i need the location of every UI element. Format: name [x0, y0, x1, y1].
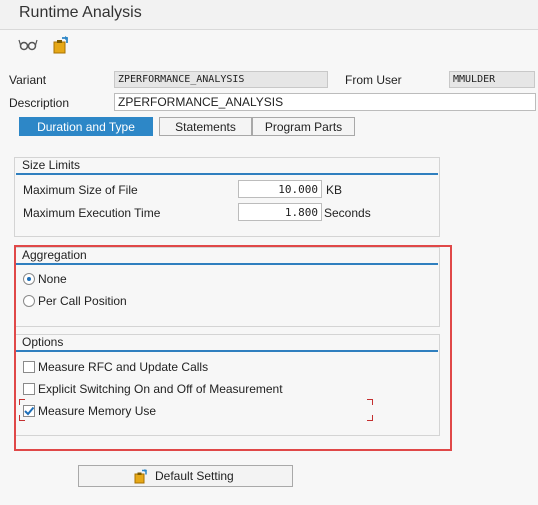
max-file-size-unit: KB	[326, 183, 343, 197]
from-user-field[interactable]: MMULDER	[449, 71, 535, 88]
description-field[interactable]: ZPERFORMANCE_ANALYSIS	[114, 93, 536, 111]
max-file-size-label: Maximum Size of File	[23, 183, 138, 197]
from-user-label: From User	[345, 73, 402, 87]
variant-label: Variant	[9, 73, 47, 87]
clipboard-transport-icon	[133, 468, 149, 484]
tab-program-parts[interactable]: Program Parts	[252, 117, 355, 136]
max-exec-time-unit: Seconds	[324, 206, 371, 220]
clipboard-transport-icon[interactable]	[51, 35, 71, 55]
max-file-size-input[interactable]: 10.000	[238, 180, 322, 198]
max-exec-time-label: Maximum Execution Time	[23, 206, 161, 220]
default-setting-button[interactable]: Default Setting	[78, 465, 293, 487]
description-label: Description	[9, 96, 70, 110]
default-setting-label: Default Setting	[155, 469, 234, 483]
max-exec-time-input[interactable]: 1.800	[238, 203, 322, 221]
tab-duration-and-type[interactable]: Duration and Type	[19, 117, 153, 136]
variant-field[interactable]: ZPERFORMANCE_ANALYSIS	[114, 71, 328, 88]
glasses-icon[interactable]	[18, 35, 38, 55]
tab-statements[interactable]: Statements	[159, 117, 252, 136]
highlight-annotation	[14, 245, 452, 451]
size-limits-title: Size Limits	[16, 158, 438, 175]
window-title: Runtime Analysis	[19, 4, 142, 21]
